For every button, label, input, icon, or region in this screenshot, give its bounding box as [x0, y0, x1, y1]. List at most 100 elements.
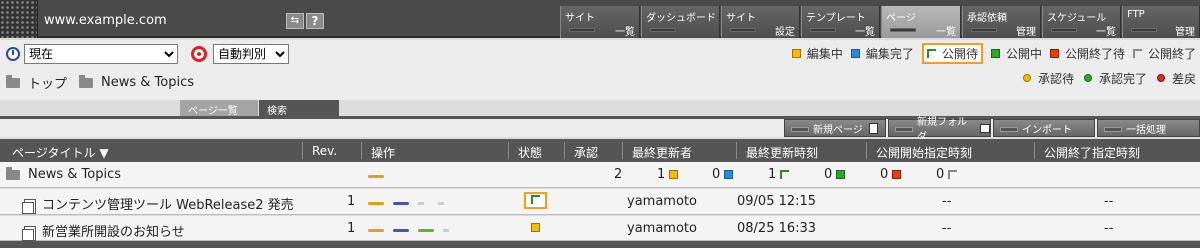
legend-editing: 編集中 — [791, 45, 843, 62]
flag-outline-icon — [1132, 48, 1142, 58]
dot-icon — [1156, 74, 1165, 82]
count-editing: 1 — [657, 167, 679, 182]
row-title[interactable]: 新営業所開設のお知らせ — [42, 225, 185, 240]
legend-edit-done: 編集完了 — [850, 45, 914, 62]
square-icon — [990, 48, 1000, 58]
nav-page-list[interactable]: ページ 一覧 — [881, 6, 961, 38]
target-icon — [191, 46, 207, 62]
legend-approval-waiting: 承認待 — [1022, 70, 1074, 87]
nav-template-list[interactable]: テンプレート 一覧 — [801, 6, 880, 38]
logo — [0, 0, 38, 38]
count-pending-end: 0 — [880, 167, 902, 182]
nav-site-list[interactable]: サイト 一覧 — [560, 6, 640, 38]
clock-icon — [6, 47, 20, 61]
new-folder-button[interactable]: 新規フォルダ — [888, 117, 991, 143]
tab-bar: ページ一覧 検索 — [0, 100, 1200, 117]
row-pub-start: -- — [942, 194, 952, 209]
action-bar: 新規ページ 新規フォルダ インポート 一括処理 — [0, 117, 1200, 143]
row-updater: yamamoto — [627, 221, 697, 236]
col-title[interactable]: ページタイトル ▼ — [12, 144, 109, 161]
edit-icon[interactable] — [368, 202, 384, 205]
flag-icon — [926, 48, 936, 58]
folder-name[interactable]: News & Topics — [28, 167, 121, 182]
judge-select[interactable]: 自動判別 — [213, 44, 289, 64]
page-icon — [22, 225, 36, 241]
legend-pending-end: 公開終了待 — [1049, 45, 1125, 62]
legend-approval-done: 承認完了 — [1083, 70, 1147, 87]
tab-page-list[interactable]: ページ一覧 — [180, 100, 258, 117]
col-pub-start: 公開開始指定時刻 — [876, 146, 973, 160]
switch-icon[interactable]: ⇆ — [286, 13, 304, 29]
nav-site-settings[interactable]: サイト 設定 — [721, 6, 800, 38]
breadcrumb: トップ News & Topics — [6, 73, 194, 92]
page-icon — [22, 198, 36, 214]
nav-dashboard[interactable]: ダッシュボード — [641, 6, 720, 38]
square-icon — [850, 48, 860, 58]
row-rev: 1 — [347, 194, 356, 209]
legend-published: 公開中 — [990, 45, 1042, 62]
preview-icon[interactable] — [393, 229, 410, 232]
nav-approval-requests[interactable]: 承認依頼 管理 — [962, 6, 1041, 38]
approval-legend: 承認待 承認完了 差戻 — [1013, 69, 1196, 87]
row-updater: yamamoto — [627, 194, 697, 209]
folder-row[interactable]: News & Topics 2 1 0 1 0 0 0 — [0, 162, 1200, 188]
breadcrumb-home[interactable]: トップ — [28, 73, 67, 92]
site-title: www.example.com — [44, 13, 167, 28]
row-updated: 08/25 16:33 — [737, 221, 817, 236]
col-pub-end: 公開終了指定時刻 — [1044, 146, 1141, 160]
tab-search[interactable]: 検索 — [259, 100, 339, 117]
col-status: 状態 — [518, 146, 543, 160]
table-header: ページタイトル ▼ Rev. 操作 状態 承認 最終更新者 最終更新時刻 公開開… — [0, 139, 1200, 162]
square-icon — [1049, 48, 1059, 58]
col-rev: Rev. — [312, 144, 338, 158]
count-published: 0 — [824, 167, 846, 182]
count-ended: 0 — [936, 167, 958, 182]
row-updated: 09/05 12:15 — [737, 194, 817, 209]
count-pending-publish: 1 — [768, 167, 790, 182]
dot-icon — [1083, 74, 1092, 82]
col-updater: 最終更新者 — [632, 146, 693, 160]
edit-icon[interactable] — [368, 229, 384, 232]
delete-icon — [438, 202, 445, 205]
help-button[interactable]: ? — [306, 13, 324, 29]
breadcrumb-current: News & Topics — [101, 75, 195, 90]
folder-icon — [6, 74, 20, 88]
row-pub-end: -- — [1104, 194, 1114, 209]
import-button[interactable]: インポート — [993, 119, 1095, 137]
edit-icon[interactable] — [368, 175, 384, 178]
nav-ftp[interactable]: FTP 管理 — [1122, 6, 1200, 38]
footer-bar — [0, 241, 1200, 248]
row-rev: 1 — [347, 221, 356, 236]
legend-approval-rejected: 差戻 — [1156, 70, 1196, 87]
col-updated: 最終更新時刻 — [746, 146, 819, 160]
page-icon — [868, 122, 878, 134]
publish-icon[interactable] — [418, 229, 435, 232]
square-icon — [791, 48, 801, 58]
publish-icon — [418, 202, 425, 205]
bulk-action-button[interactable]: 一括処理 — [1097, 119, 1200, 137]
row-title[interactable]: コンテンツ管理ツール WebRelease2 発売 — [42, 198, 294, 213]
top-bar: www.example.com ⇆ ? サイト 一覧 ダッシュボード サイト 設定 … — [0, 0, 1200, 38]
row-pub-end: -- — [1104, 221, 1114, 236]
time-select[interactable]: 現在 — [24, 44, 178, 64]
row-pub-start: -- — [942, 221, 952, 236]
status-badge — [531, 223, 540, 232]
folder-icon — [79, 74, 94, 88]
status-badge — [524, 192, 547, 209]
legend-ended: 公開終了 — [1132, 45, 1196, 62]
col-ops: 操作 — [371, 146, 396, 160]
nav-schedule-list[interactable]: スケジュール 一覧 — [1042, 6, 1121, 38]
approval-count: 2 — [614, 167, 623, 182]
folder-icon — [6, 166, 20, 180]
count-edit-done: 0 — [712, 167, 734, 182]
table-row[interactable]: コンテンツ管理ツール WebRelease2 発売 1 yamamoto 09/… — [0, 189, 1200, 215]
col-approval: 承認 — [574, 146, 599, 160]
dot-icon — [1022, 74, 1031, 82]
legend-pending-publish: 公開待 — [921, 42, 983, 64]
table-row[interactable]: 新営業所開設のお知らせ 1 yamamoto 08/25 16:33 -- -- — [0, 216, 1200, 241]
status-legend: 編集中 編集完了 公開待 公開中 公開終了待 公開終了 — [784, 42, 1196, 64]
new-page-button[interactable]: 新規ページ — [784, 119, 886, 137]
delete-icon — [443, 229, 450, 232]
folder-icon — [979, 123, 990, 133]
preview-icon[interactable] — [393, 202, 410, 205]
